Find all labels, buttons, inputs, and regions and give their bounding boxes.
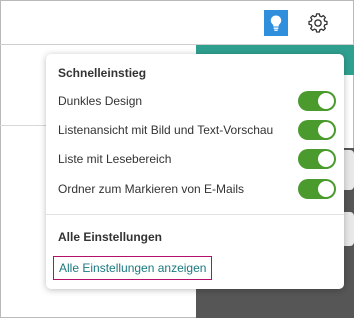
- lightbulb-icon: [270, 15, 282, 31]
- toggle-knob: [318, 151, 334, 167]
- background-left-panel: [0, 45, 46, 126]
- toggle-label: Listenansicht mit Bild und Text-Vorschau: [58, 123, 274, 137]
- toggle-row-list-preview[interactable]: Listenansicht mit Bild und Text-Vorschau: [58, 120, 336, 140]
- toggle-row-reading-pane[interactable]: Liste mit Lesebereich: [58, 149, 336, 169]
- toggle-row-dark-design[interactable]: Dunkles Design: [58, 91, 336, 111]
- gear-icon: [308, 13, 328, 33]
- toggle-knob: [318, 181, 334, 197]
- toggle-knob: [318, 93, 334, 109]
- toggle-label: Ordner zum Markieren von E-Mails: [58, 182, 245, 196]
- settings-button[interactable]: [305, 10, 331, 36]
- settings-dropdown: Schnelleinstieg Dunkles Design Listenans…: [46, 54, 344, 289]
- toggle-row-mark-folders[interactable]: Ordner zum Markieren von E-Mails: [58, 179, 336, 199]
- all-settings-heading: Alle Einstellungen: [58, 230, 163, 244]
- list-preview-toggle[interactable]: [298, 120, 336, 140]
- section-divider: [46, 214, 344, 215]
- quick-settings-heading: Schnelleinstieg: [58, 66, 147, 80]
- toggle-label: Dunkles Design: [58, 94, 143, 108]
- toggle-knob: [318, 122, 334, 138]
- mark-folders-toggle[interactable]: [298, 179, 336, 199]
- tips-button[interactable]: [264, 10, 288, 36]
- dark-design-toggle[interactable]: [298, 91, 336, 111]
- toggle-label: Liste mit Lesebereich: [58, 152, 172, 166]
- show-all-settings-link[interactable]: Alle Einstellungen anzeigen: [53, 256, 213, 280]
- reading-pane-toggle[interactable]: [298, 149, 336, 169]
